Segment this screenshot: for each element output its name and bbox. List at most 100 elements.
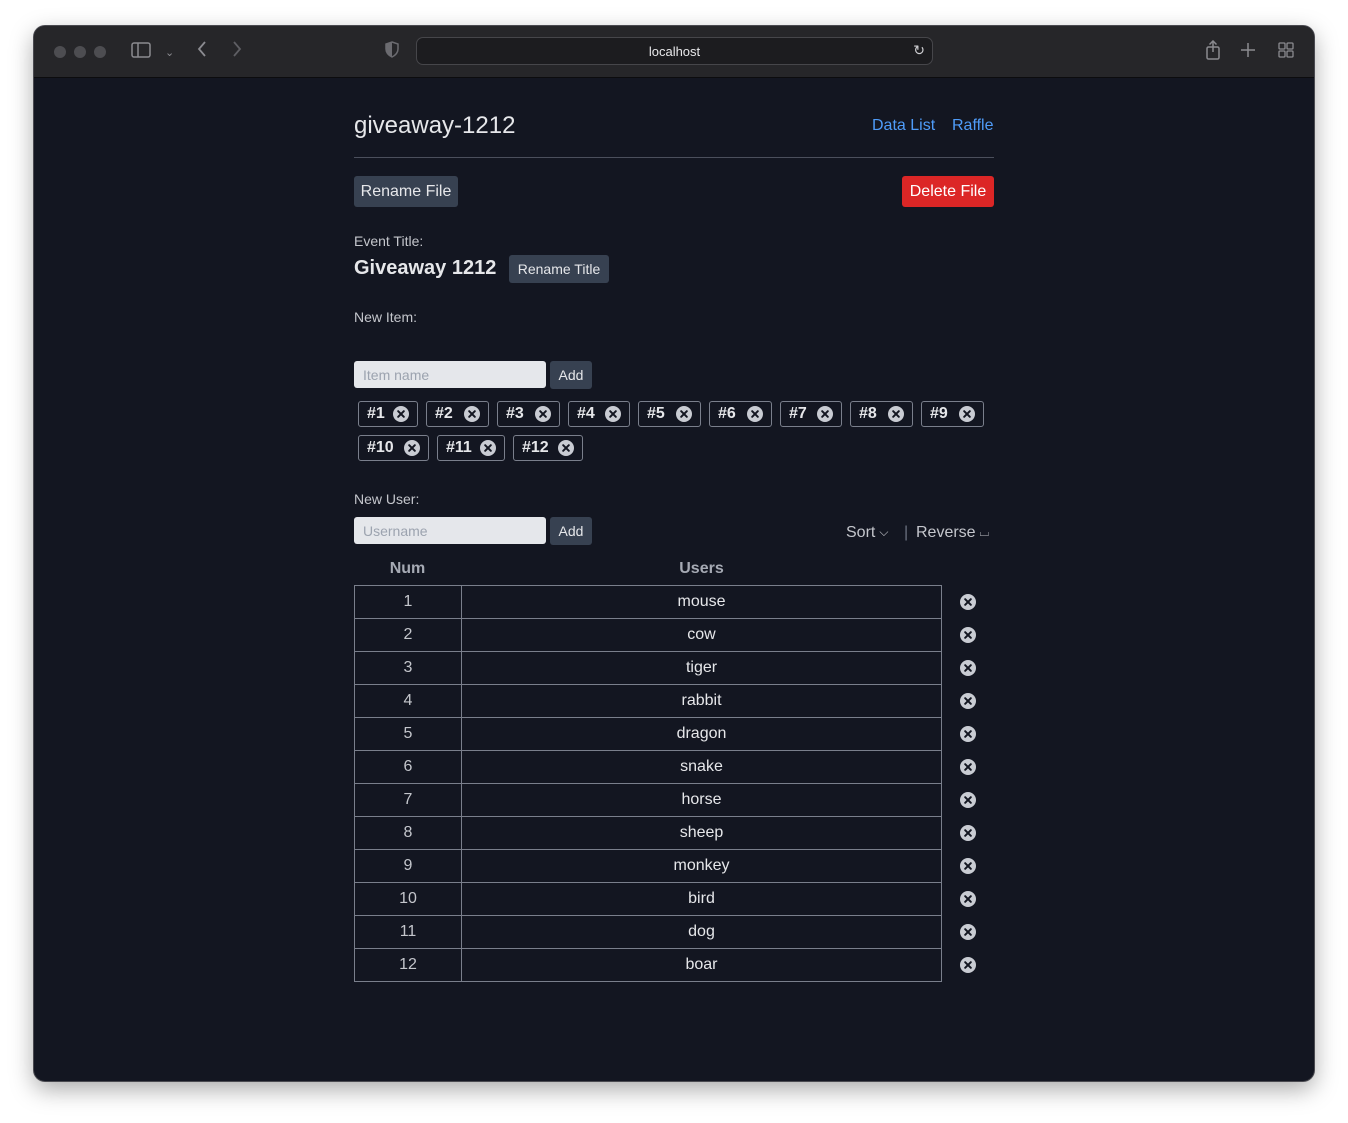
delete-file-button[interactable]: Delete File [902,176,994,207]
privacy-shield-icon[interactable] [385,40,399,64]
item-chip: #8 [850,401,913,427]
item-chip: #7 [780,401,842,427]
delete-user-icon[interactable] [960,660,976,676]
header-divider [354,157,994,158]
nav-link-raffle[interactable]: Raffle [952,117,994,135]
row-user: horse [461,783,942,817]
table-row: 6 snake [354,750,942,784]
reverse-label: Reverse [916,524,976,541]
new-tab-icon[interactable] [1240,40,1256,64]
username-input[interactable] [354,517,546,544]
item-chip-label: #8 [859,405,877,422]
delete-user-icon[interactable] [960,924,976,940]
row-user: rabbit [461,684,942,718]
remove-item-icon[interactable] [888,406,904,422]
item-chip-label: #6 [718,405,736,422]
item-chip-label: #4 [577,405,595,422]
delete-user-icon[interactable] [960,693,976,709]
table-row: 11 dog [354,915,942,949]
remove-item-icon[interactable] [404,440,420,456]
row-user: bird [461,882,942,916]
page-title: giveaway-1212 [354,112,516,139]
row-num: 5 [354,717,462,751]
item-chip: #12 [513,435,583,461]
item-chip: #11 [437,435,505,461]
delete-user-icon[interactable] [960,858,976,874]
item-name-input[interactable] [354,361,546,388]
address-bar[interactable]: localhost ↻ [416,37,933,65]
table-row: 8 sheep [354,816,942,850]
chevron-down-icon: ⌵ [879,525,889,539]
delete-user-icon[interactable] [960,759,976,775]
table-row: 5 dragon [354,717,942,751]
row-user: sheep [461,816,942,850]
control-separator: | [904,524,909,541]
close-window-button[interactable] [54,46,66,58]
minimize-window-button[interactable] [74,46,86,58]
forward-icon[interactable] [231,40,243,64]
table-row: 1 mouse [354,585,942,619]
browser-window: ⌄ localhost ↻ giveaway-1212 Data List Ra… [34,26,1314,1081]
reload-icon[interactable]: ↻ [913,42,925,59]
rename-title-button[interactable]: Rename Title [509,255,609,283]
rename-file-button[interactable]: Rename File [354,176,458,207]
item-chip-label: #11 [446,439,472,456]
delete-user-icon[interactable] [960,825,976,841]
sort-dropdown[interactable]: Sort ⌵ [846,524,888,542]
tab-overview-icon[interactable] [1278,40,1294,64]
delete-user-icon[interactable] [960,891,976,907]
row-num: 10 [354,882,462,916]
url-text: localhost [648,44,701,59]
item-chip: #5 [638,401,701,427]
row-num: 6 [354,750,462,784]
back-icon[interactable] [196,40,208,64]
delete-user-icon[interactable] [960,627,976,643]
remove-item-icon[interactable] [817,406,833,422]
users-column-header: Users [679,560,724,577]
row-user: monkey [461,849,942,883]
delete-user-icon[interactable] [960,957,976,973]
reverse-toggle[interactable]: Reverse ⌴ [916,524,989,542]
num-column-header: Num [389,560,426,577]
share-icon[interactable] [1205,39,1221,66]
row-num: 2 [354,618,462,652]
delete-user-icon[interactable] [960,594,976,610]
chevron-up-icon: ⌴ [979,525,990,539]
delete-user-icon[interactable] [960,792,976,808]
row-num: 8 [354,816,462,850]
zoom-window-button[interactable] [94,46,106,58]
event-title-label: Event Title: [354,233,424,249]
item-chip: #4 [568,401,630,427]
table-row: 4 rabbit [354,684,942,718]
add-user-button[interactable]: Add [550,517,592,545]
row-user: tiger [461,651,942,685]
browser-toolbar: ⌄ localhost ↻ [34,26,1314,78]
item-chip: #2 [426,401,489,427]
item-chip: #3 [497,401,560,427]
remove-item-icon[interactable] [959,406,975,422]
row-user: snake [461,750,942,784]
item-chip: #6 [709,401,772,427]
sidebar-icon[interactable] [131,40,151,64]
table-row: 2 cow [354,618,942,652]
delete-user-icon[interactable] [960,726,976,742]
remove-item-icon[interactable] [393,406,409,422]
row-num: 11 [354,915,462,949]
remove-item-icon[interactable] [464,406,480,422]
row-num: 12 [354,948,462,982]
remove-item-icon[interactable] [535,406,551,422]
remove-item-icon[interactable] [747,406,763,422]
row-num: 4 [354,684,462,718]
remove-item-icon[interactable] [480,440,496,456]
chevron-down-icon[interactable]: ⌄ [165,41,174,65]
remove-item-icon[interactable] [605,406,621,422]
item-chip-label: #1 [367,405,385,422]
sort-label: Sort [846,524,876,541]
table-row: 3 tiger [354,651,942,685]
remove-item-icon[interactable] [676,406,692,422]
add-item-button[interactable]: Add [550,361,592,389]
remove-item-icon[interactable] [558,440,574,456]
nav-link-data-list[interactable]: Data List [872,117,935,135]
row-num: 1 [354,585,462,619]
item-chip: #10 [358,435,429,461]
